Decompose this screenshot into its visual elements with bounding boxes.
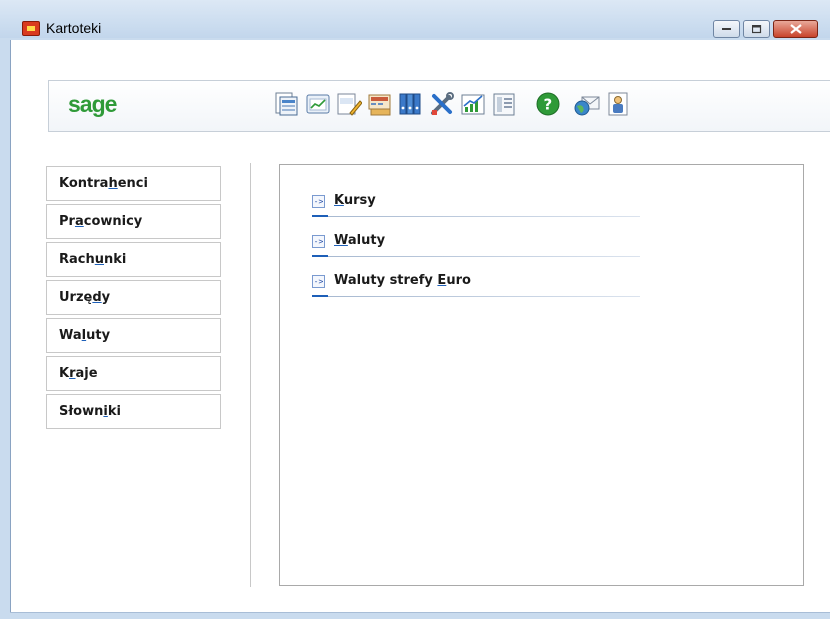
accelerator-letter: d bbox=[92, 290, 102, 305]
title-bar[interactable]: Kartoteki bbox=[0, 0, 830, 38]
arrow-right-icon: -> bbox=[312, 195, 325, 208]
close-button[interactable] bbox=[773, 20, 818, 38]
minimize-button[interactable] bbox=[713, 20, 740, 38]
sage-logo: sage bbox=[68, 91, 117, 117]
accelerator-letter: l bbox=[81, 328, 87, 343]
link-waluty[interactable]: -> Waluty bbox=[312, 233, 640, 265]
sidebar: Kontrahenci Pracownicy Rachunki Urzędy W… bbox=[46, 166, 221, 432]
accelerator-letter: h bbox=[108, 176, 118, 191]
sidebar-item-label: Kontrahenci bbox=[59, 176, 148, 191]
link-label: Waluty bbox=[334, 233, 386, 248]
link-underline bbox=[312, 295, 640, 297]
accelerator-letter: i bbox=[103, 404, 108, 419]
binders-icon[interactable] bbox=[398, 91, 424, 117]
accelerator-letter: u bbox=[94, 252, 105, 267]
sidebar-item-rachunki[interactable]: Rachunki bbox=[46, 242, 221, 277]
accelerator-letter: K bbox=[334, 193, 344, 208]
sidebar-item-urzedy[interactable]: Urzędy bbox=[46, 280, 221, 315]
maximize-icon bbox=[744, 21, 769, 37]
chart-window-icon[interactable] bbox=[305, 91, 331, 117]
sidebar-item-label: Waluty bbox=[59, 328, 111, 343]
sidebar-item-label: Rachunki bbox=[59, 252, 127, 267]
mail-globe-icon[interactable] bbox=[574, 91, 600, 117]
accelerator-letter: E bbox=[437, 273, 447, 288]
sidebar-item-label: Kraje bbox=[59, 366, 98, 381]
vertical-divider bbox=[250, 163, 251, 587]
vat-edit-icon[interactable] bbox=[336, 91, 362, 117]
content-panel: -> Kursy -> Waluty -> Waluty strefy Euro bbox=[279, 164, 804, 586]
accelerator-letter: a bbox=[74, 214, 84, 229]
link-label: Waluty strefy Euro bbox=[334, 273, 471, 288]
link-kursy[interactable]: -> Kursy bbox=[312, 193, 640, 225]
arrow-right-icon: -> bbox=[312, 235, 325, 248]
report-list-icon[interactable] bbox=[491, 91, 517, 117]
arrow-right-icon: -> bbox=[312, 275, 325, 288]
sidebar-item-waluty[interactable]: Waluty bbox=[46, 318, 221, 353]
growth-chart-icon[interactable] bbox=[460, 91, 486, 117]
sidebar-item-pracownicy[interactable]: Pracownicy bbox=[46, 204, 221, 239]
minimize-icon bbox=[714, 21, 739, 37]
window: Kartoteki sage ? Kontrahenci Pracownicy … bbox=[0, 0, 830, 619]
link-underline bbox=[312, 215, 640, 217]
maximize-button[interactable] bbox=[743, 20, 770, 38]
user-card-icon[interactable] bbox=[605, 91, 631, 117]
window-bottom-border bbox=[10, 612, 830, 619]
sidebar-item-label: Pracownicy bbox=[59, 214, 143, 229]
sidebar-item-label: Urzędy bbox=[59, 290, 111, 305]
accelerator-letter: W bbox=[334, 233, 348, 248]
tools-icon[interactable] bbox=[429, 91, 455, 117]
close-icon bbox=[774, 21, 817, 37]
sidebar-item-slowniki[interactable]: Słowniki bbox=[46, 394, 221, 429]
app-icon bbox=[22, 21, 40, 36]
window-title: Kartoteki bbox=[46, 20, 102, 36]
sidebar-item-label: Słowniki bbox=[59, 404, 121, 419]
toolbar: sage ? bbox=[48, 80, 830, 132]
svg-text:?: ? bbox=[544, 96, 553, 114]
sidebar-item-kraje[interactable]: Kraje bbox=[46, 356, 221, 391]
link-underline bbox=[312, 255, 640, 257]
help-icon[interactable]: ? bbox=[535, 91, 561, 117]
link-label: Kursy bbox=[334, 193, 376, 208]
sidebar-item-kontrahenci[interactable]: Kontrahenci bbox=[46, 166, 221, 201]
accelerator-letter: r bbox=[69, 366, 76, 381]
link-waluty-strefy-euro[interactable]: -> Waluty strefy Euro bbox=[312, 273, 640, 305]
document-list-icon[interactable] bbox=[274, 91, 300, 117]
register-calculator-icon[interactable] bbox=[367, 91, 393, 117]
